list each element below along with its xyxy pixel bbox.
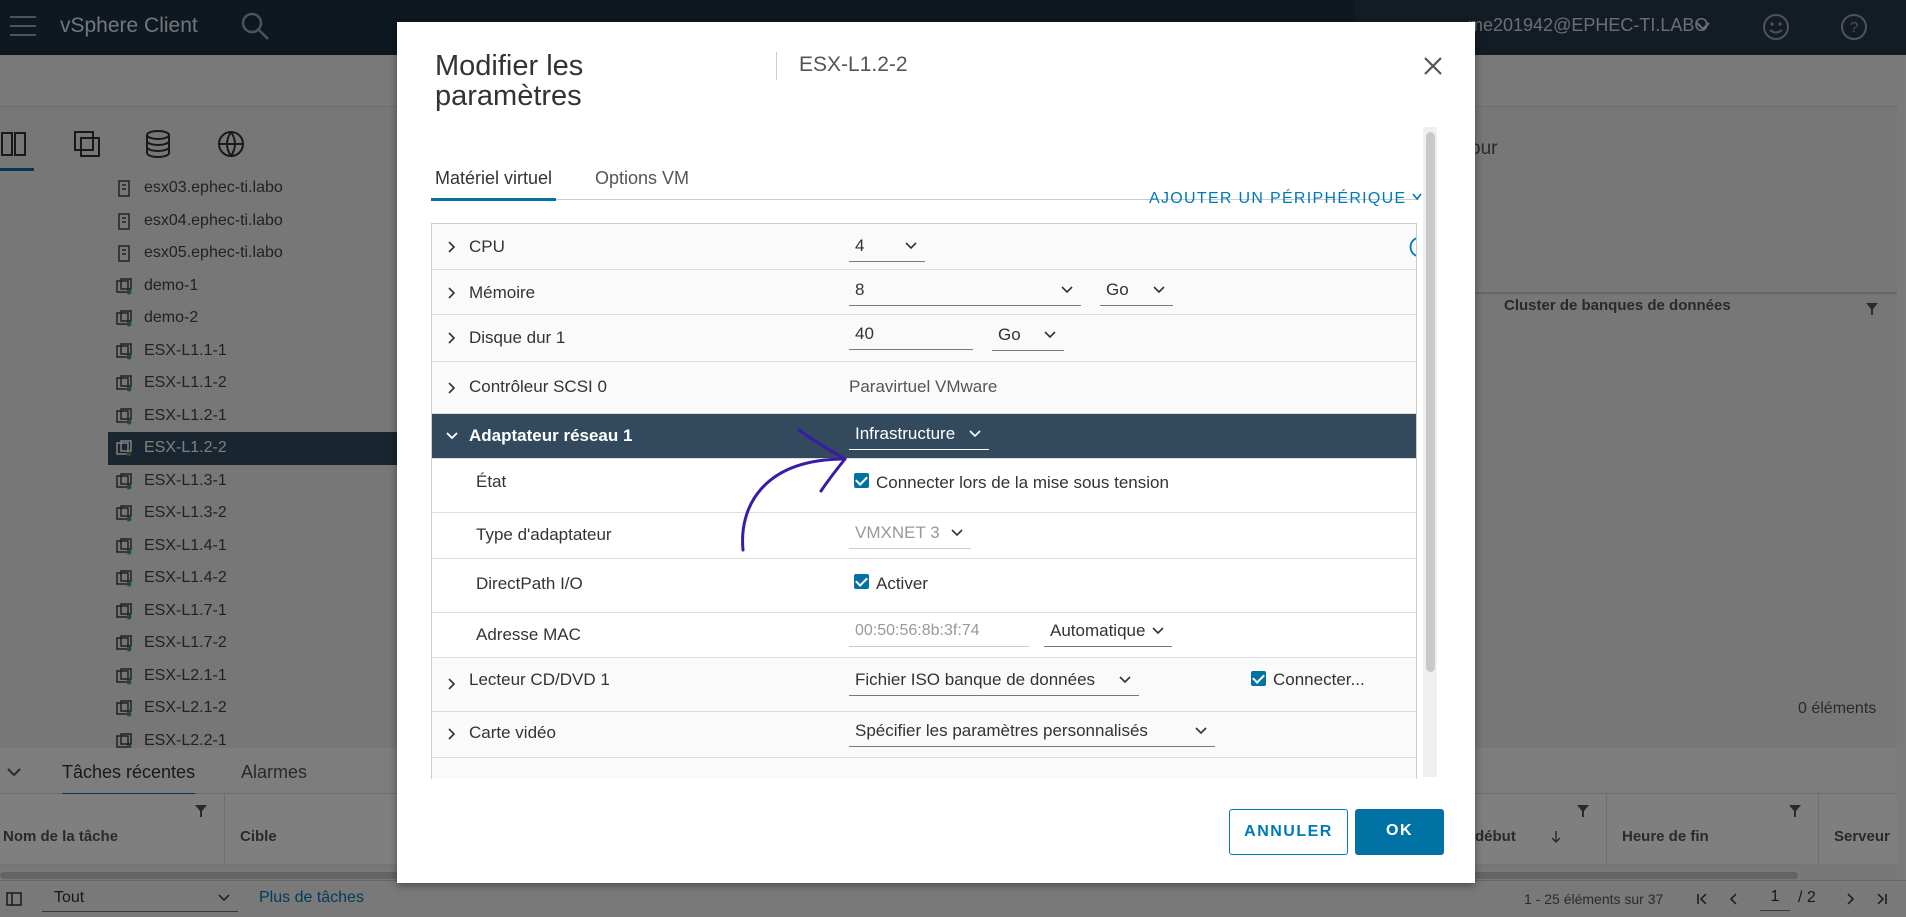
- cdrom-value: Fichier ISO banque de données: [855, 670, 1096, 689]
- mac-mode-select[interactable]: Automatique: [1044, 617, 1172, 647]
- chevron-down-icon[interactable]: [446, 430, 458, 442]
- info-icon[interactable]: [1409, 236, 1417, 258]
- scsi-label: Contrôleur SCSI 0: [469, 377, 607, 396]
- memory-select[interactable]: 8: [849, 276, 1081, 306]
- adapter-type-row: Type d'adaptateur VMXNET 3: [432, 513, 1416, 559]
- chevron-right-icon[interactable]: [446, 241, 458, 253]
- ok-button[interactable]: OK: [1355, 809, 1444, 855]
- tab-virtual-hardware[interactable]: Matériel virtuel: [431, 168, 557, 201]
- disk-size-input[interactable]: 40: [849, 320, 973, 350]
- mac-address-input[interactable]: 00:50:56:8b:3f:74: [849, 617, 1029, 647]
- chevron-down-icon: [1412, 193, 1422, 201]
- scsi-value: Paravirtuel VMware: [849, 377, 998, 396]
- memory-label: Mémoire: [469, 283, 536, 302]
- chevron-down-icon: [905, 242, 917, 250]
- dialog-vm-name: ESX-L1.2-2: [799, 53, 908, 76]
- chevron-down-icon: [951, 529, 963, 537]
- edit-settings-dialog: Modifier les paramètres ESX-L1.2-2 Matér…: [397, 22, 1475, 883]
- chevron-right-icon[interactable]: [446, 382, 458, 394]
- network-value: Infrastructure: [855, 424, 956, 443]
- connect-at-power-on-checkbox[interactable]: [854, 473, 869, 488]
- directpath-row: DirectPath I/O Activer: [432, 559, 1416, 613]
- chevron-right-icon[interactable]: [446, 678, 458, 690]
- chevron-down-icon: [1195, 727, 1207, 735]
- mac-row: Adresse MAC 00:50:56:8b:3f:74 Automatiqu…: [432, 613, 1416, 658]
- network-adapter-label: Adaptateur réseau 1: [469, 426, 633, 445]
- cdrom-select[interactable]: Fichier ISO banque de données: [849, 666, 1139, 696]
- cpu-value: 4: [855, 236, 865, 255]
- next-row-partial: [432, 758, 1416, 779]
- disk-row: Disque dur 1 40 Go: [432, 315, 1416, 362]
- chevron-right-icon[interactable]: [446, 332, 458, 344]
- hardware-grid: CPU 4 Mémoire 8 Go Disque dur 1 40 Go Co…: [431, 223, 1417, 779]
- dialog-title: Modifier les paramètres: [435, 50, 584, 112]
- cpu-row: CPU 4: [432, 224, 1416, 270]
- adapter-type-label: Type d'adaptateur: [476, 525, 612, 544]
- disk-unit-select[interactable]: Go: [992, 321, 1064, 351]
- mac-label: Adresse MAC: [476, 625, 581, 644]
- add-device-button[interactable]: AJOUTER UN PÉRIPHÉRIQUE: [1149, 190, 1422, 208]
- adapter-type-select: VMXNET 3: [849, 519, 971, 549]
- tab-vm-options[interactable]: Options VM: [591, 168, 693, 198]
- memory-unit-select[interactable]: Go: [1100, 276, 1173, 306]
- chevron-down-icon: [1153, 286, 1165, 294]
- memory-row: Mémoire 8 Go: [432, 270, 1416, 315]
- cpu-select[interactable]: 4: [849, 232, 925, 262]
- cdrom-label: Lecteur CD/DVD 1: [469, 670, 610, 689]
- annotation-arrow: [741, 429, 847, 552]
- adapter-type-value: VMXNET 3: [855, 523, 940, 542]
- add-device-label: AJOUTER UN PÉRIPHÉRIQUE: [1149, 190, 1407, 207]
- dialog-scroll-thumb[interactable]: [1426, 132, 1435, 672]
- video-select[interactable]: Spécifier les paramètres personnalisés: [849, 717, 1215, 747]
- video-value: Spécifier les paramètres personnalisés: [855, 721, 1148, 740]
- memory-unit: Go: [1106, 280, 1129, 299]
- scsi-row: Contrôleur SCSI 0 Paravirtuel VMware: [432, 362, 1416, 414]
- video-row: Carte vidéo Spécifier les paramètres per…: [432, 712, 1416, 758]
- state-label: État: [476, 472, 507, 491]
- disk-label: Disque dur 1: [469, 328, 566, 347]
- disk-unit: Go: [998, 325, 1021, 344]
- state-row: État Connecter lors de la mise sous tens…: [432, 459, 1416, 513]
- cdrom-row: Lecteur CD/DVD 1 Fichier ISO banque de d…: [432, 658, 1416, 712]
- connect-at-power-on-label: Connecter lors de la mise sous tension: [876, 473, 1169, 492]
- close-icon[interactable]: [1421, 54, 1445, 78]
- cdrom-connect-checkbox[interactable]: [1251, 671, 1266, 686]
- directpath-enable-label: Activer: [876, 574, 928, 593]
- chevron-down-icon: [1152, 627, 1164, 635]
- video-label: Carte vidéo: [469, 723, 556, 742]
- cdrom-connect-label: Connecter...: [1273, 670, 1365, 689]
- chevron-down-icon: [1044, 331, 1056, 339]
- chevron-down-icon: [1119, 676, 1131, 684]
- directpath-checkbox[interactable]: [854, 574, 869, 589]
- title-divider: [776, 52, 777, 80]
- directpath-label: DirectPath I/O: [476, 574, 583, 593]
- network-adapter-row[interactable]: Adaptateur réseau 1 Infrastructure: [432, 414, 1416, 459]
- mac-mode-value: Automatique: [1050, 621, 1146, 640]
- chevron-down-icon: [1061, 286, 1073, 294]
- network-select[interactable]: Infrastructure: [849, 420, 989, 450]
- chevron-down-icon: [969, 430, 981, 438]
- memory-value: 8: [855, 280, 865, 299]
- cpu-label: CPU: [469, 237, 505, 256]
- chevron-right-icon[interactable]: [446, 728, 458, 740]
- cancel-button[interactable]: ANNULER: [1229, 809, 1348, 855]
- chevron-right-icon[interactable]: [446, 287, 458, 299]
